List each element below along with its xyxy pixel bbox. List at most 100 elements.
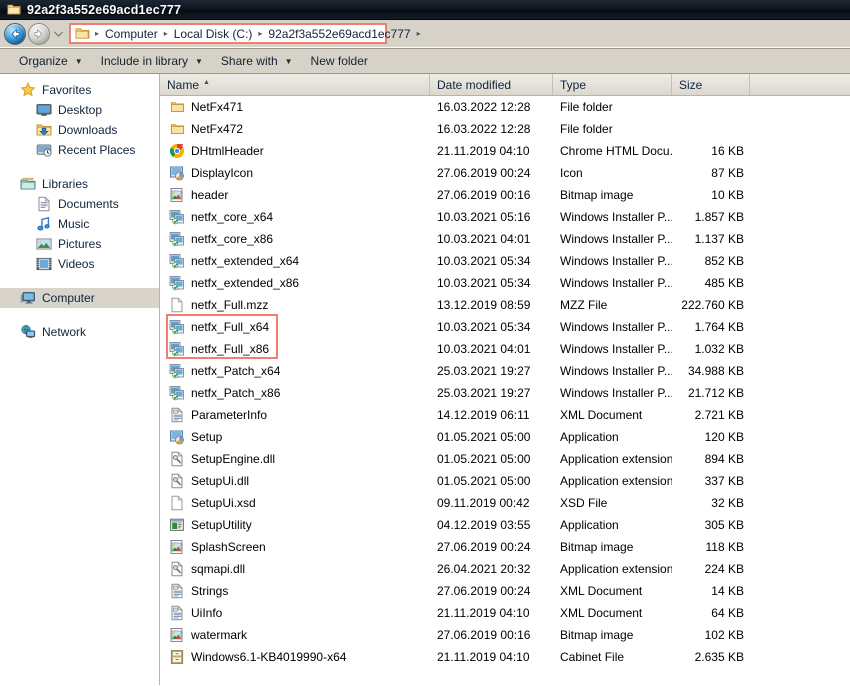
new-folder-button[interactable]: New folder bbox=[302, 51, 377, 71]
table-row[interactable]: sqmapi.dll 26.04.2021 20:32 Application ex… bbox=[160, 558, 850, 580]
downloads-icon bbox=[36, 122, 52, 138]
breadcrumb-computer[interactable]: Computer bbox=[104, 27, 159, 41]
column-header-date-label: Date modified bbox=[437, 77, 512, 92]
organize-button[interactable]: Organize ▼ bbox=[10, 51, 92, 71]
sidebar-item-downloads[interactable]: Downloads bbox=[0, 120, 159, 140]
file-name-cell[interactable]: NetFx471 bbox=[160, 99, 430, 115]
file-name-label: netfx_Full_x64 bbox=[191, 320, 270, 334]
breadcrumb-separator-2[interactable]: ▸ bbox=[255, 29, 265, 38]
table-row[interactable]: DHtmlHeader 21.11.2019 04:10 Chrome HTML D… bbox=[160, 140, 850, 162]
column-header-date-modified[interactable]: Date modified bbox=[430, 74, 553, 95]
file-type-cell: MZZ File bbox=[560, 298, 608, 312]
table-row[interactable]: UiInfo 21.11.2019 04:10 XML Document 64 KB bbox=[160, 602, 850, 624]
breadcrumb-separator-0[interactable]: ▸ bbox=[92, 29, 102, 38]
table-row[interactable]: netfx_Full.mzz 13.12.2019 08:59 MZZ File 22… bbox=[160, 294, 850, 316]
column-header-type[interactable]: Type bbox=[553, 74, 672, 95]
breadcrumb-current-folder[interactable]: 92a2f3a552e69acd1ec777 bbox=[267, 27, 411, 41]
msi-icon bbox=[169, 253, 185, 269]
table-row[interactable]: netfx_Full_x86 10.03.2021 04:01 Windows In… bbox=[160, 338, 850, 360]
file-name-cell[interactable]: SetupEngine.dll bbox=[160, 451, 430, 467]
chevron-down-icon bbox=[54, 31, 63, 37]
breadcrumb-separator-3[interactable]: ▸ bbox=[414, 29, 424, 38]
file-name-cell[interactable]: SetupUi.xsd bbox=[160, 495, 430, 511]
breadcrumb-separator-1[interactable]: ▸ bbox=[161, 29, 171, 38]
sidebar-item-libraries[interactable]: Libraries bbox=[0, 174, 159, 194]
table-row[interactable]: netfx_extended_x64 10.03.2021 05:34 Window… bbox=[160, 250, 850, 272]
file-name-label: SetupUi.dll bbox=[191, 474, 250, 488]
address-bar[interactable]: ▸ Computer ▸ Local Disk (C:) ▸ 92a2f3a55… bbox=[69, 23, 421, 44]
table-row[interactable]: netfx_core_x64 10.03.2021 05:16 Windows In… bbox=[160, 206, 850, 228]
app-icon bbox=[169, 517, 185, 533]
file-type-cell: Windows Installer P... bbox=[560, 232, 672, 246]
sidebar-item-computer[interactable]: Computer bbox=[0, 288, 159, 308]
file-name-cell[interactable]: netfx_Patch_x86 bbox=[160, 385, 430, 401]
table-row[interactable]: watermark 27.06.2019 00:16 Bitmap image 102… bbox=[160, 624, 850, 646]
file-name-cell[interactable]: watermark bbox=[160, 627, 430, 643]
table-row[interactable]: Windows6.1-KB4019990-x64 21.11.2019 04:10… bbox=[160, 646, 850, 668]
file-date-cell: 27.06.2019 00:24 bbox=[437, 584, 531, 598]
table-row[interactable]: netfx_core_x86 10.03.2021 04:01 Windows In… bbox=[160, 228, 850, 250]
table-row[interactable]: DisplayIcon 27.06.2019 00:24 Icon 87 KB bbox=[160, 162, 850, 184]
file-name-cell[interactable]: netfx_core_x86 bbox=[160, 231, 430, 247]
table-row[interactable]: netfx_Full_x64 10.03.2021 05:34 Windows In… bbox=[160, 316, 850, 338]
file-name-cell[interactable]: Strings bbox=[160, 583, 430, 599]
file-name-cell[interactable]: UiInfo bbox=[160, 605, 430, 621]
file-name-cell[interactable]: netfx_Full_x64 bbox=[160, 319, 430, 335]
file-type-cell: Application extension bbox=[560, 562, 672, 576]
file-name-label: watermark bbox=[191, 628, 248, 642]
file-name-cell[interactable]: Setup bbox=[160, 429, 430, 445]
column-header-name-label: Name bbox=[167, 77, 200, 92]
column-header-size[interactable]: Size bbox=[672, 74, 750, 95]
table-row[interactable]: Setup 01.05.2021 05:00 Application 120 KB bbox=[160, 426, 850, 448]
table-row[interactable]: netfx_Patch_x86 25.03.2021 19:27 Windows I… bbox=[160, 382, 850, 404]
sidebar-item-desktop[interactable]: Desktop bbox=[0, 100, 159, 120]
back-button[interactable] bbox=[4, 22, 26, 45]
forward-button[interactable] bbox=[28, 22, 50, 45]
file-name-cell[interactable]: SplashScreen bbox=[160, 539, 430, 555]
file-name-cell[interactable]: ParameterInfo bbox=[160, 407, 430, 423]
table-row[interactable]: SplashScreen 27.06.2019 00:24 Bitmap image… bbox=[160, 536, 850, 558]
share-with-button[interactable]: Share with ▼ bbox=[212, 51, 302, 71]
table-row[interactable]: ParameterInfo 14.12.2019 06:11 XML Documen… bbox=[160, 404, 850, 426]
file-name-cell[interactable]: SetupUtility bbox=[160, 517, 430, 533]
file-name-cell[interactable]: netfx_extended_x64 bbox=[160, 253, 430, 269]
file-name-cell[interactable]: netfx_Full_x86 bbox=[160, 341, 430, 357]
include-in-library-button[interactable]: Include in library ▼ bbox=[92, 51, 212, 71]
file-name-cell[interactable]: header bbox=[160, 187, 430, 203]
table-row[interactable]: SetupUi.xsd 09.11.2019 00:42 XSD File 32 KB bbox=[160, 492, 850, 514]
file-name-cell[interactable]: Windows6.1-KB4019990-x64 bbox=[160, 649, 430, 665]
table-row[interactable]: SetupEngine.dll 01.05.2021 05:00 Applicati… bbox=[160, 448, 850, 470]
sidebar-item-music[interactable]: Music bbox=[0, 214, 159, 234]
column-header-row: Name ▲ Date modified Type Size bbox=[160, 74, 850, 96]
sidebar-item-pictures[interactable]: Pictures bbox=[0, 234, 159, 254]
file-name-cell[interactable]: NetFx472 bbox=[160, 121, 430, 137]
column-header-name[interactable]: Name ▲ bbox=[160, 74, 430, 95]
sidebar-item-recent-places[interactable]: Recent Places bbox=[0, 140, 159, 160]
file-name-cell[interactable]: sqmapi.dll bbox=[160, 561, 430, 577]
table-row[interactable]: NetFx471 16.03.2022 12:28 File folder bbox=[160, 96, 850, 118]
sidebar-item-documents[interactable]: Documents bbox=[0, 194, 159, 214]
table-row[interactable]: netfx_Patch_x64 25.03.2021 19:27 Windows I… bbox=[160, 360, 850, 382]
table-row[interactable]: netfx_extended_x86 10.03.2021 05:34 Window… bbox=[160, 272, 850, 294]
sidebar-item-favorites[interactable]: Favorites bbox=[0, 80, 159, 100]
table-row[interactable]: header 27.06.2019 00:16 Bitmap image 10 KB bbox=[160, 184, 850, 206]
table-row[interactable]: SetupUi.dll 01.05.2021 05:00 Application e… bbox=[160, 470, 850, 492]
file-name-cell[interactable]: netfx_Patch_x64 bbox=[160, 363, 430, 379]
recent-pages-button[interactable] bbox=[52, 23, 65, 45]
file-name-cell[interactable]: DisplayIcon bbox=[160, 165, 430, 181]
sidebar-item-label: Desktop bbox=[58, 103, 103, 117]
file-name-cell[interactable]: SetupUi.dll bbox=[160, 473, 430, 489]
file-name-cell[interactable]: netfx_Full.mzz bbox=[160, 297, 430, 313]
icon-file-icon bbox=[169, 429, 185, 445]
file-name-cell[interactable]: netfx_extended_x86 bbox=[160, 275, 430, 291]
table-row[interactable]: NetFx472 16.03.2022 12:28 File folder bbox=[160, 118, 850, 140]
table-row[interactable]: SetupUtility 04.12.2019 03:55 Application 3… bbox=[160, 514, 850, 536]
breadcrumb-local-disk[interactable]: Local Disk (C:) bbox=[173, 27, 254, 41]
column-header-empty[interactable] bbox=[750, 74, 850, 95]
sidebar-item-network[interactable]: Network bbox=[0, 322, 159, 342]
table-row[interactable]: Strings 27.06.2019 00:24 XML Document 14 KB bbox=[160, 580, 850, 602]
file-name-cell[interactable]: netfx_core_x64 bbox=[160, 209, 430, 225]
file-name-cell[interactable]: DHtmlHeader bbox=[160, 143, 430, 159]
sidebar-item-videos[interactable]: Videos bbox=[0, 254, 159, 274]
